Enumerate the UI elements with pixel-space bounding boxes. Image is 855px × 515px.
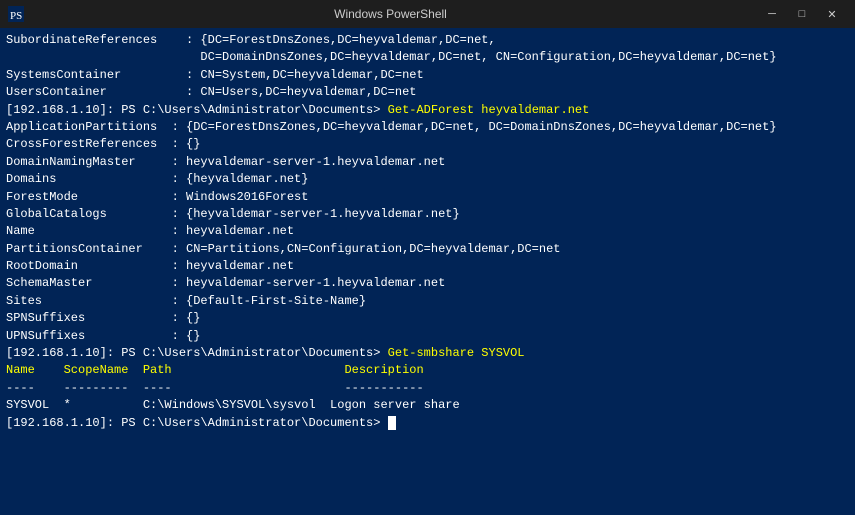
- terminal-line: Name ScopeName Path Description: [6, 362, 849, 379]
- terminal-line: Domains : {heyvaldemar.net}: [6, 171, 849, 188]
- title-bar: PS Windows PowerShell ─ □ ✕: [0, 0, 855, 28]
- terminal-line: ---- --------- ---- -----------: [6, 380, 849, 397]
- terminal-line: CrossForestReferences : {}: [6, 136, 849, 153]
- terminal-line: SubordinateReferences : {DC=ForestDnsZon…: [6, 32, 849, 49]
- close-button[interactable]: ✕: [817, 0, 847, 28]
- terminal-line: PartitionsContainer : CN=Partitions,CN=C…: [6, 241, 849, 258]
- terminal-line: DomainNamingMaster : heyvaldemar-server-…: [6, 154, 849, 171]
- terminal-line: SystemsContainer : CN=System,DC=heyvalde…: [6, 67, 849, 84]
- maximize-button[interactable]: □: [787, 0, 817, 28]
- terminal-line: [192.168.1.10]: PS C:\Users\Administrato…: [6, 102, 849, 119]
- terminal-line: Name : heyvaldemar.net: [6, 223, 849, 240]
- terminal-line: [192.168.1.10]: PS C:\Users\Administrato…: [6, 415, 849, 432]
- terminal-line: RootDomain : heyvaldemar.net: [6, 258, 849, 275]
- window-title: Windows PowerShell: [30, 7, 751, 21]
- terminal-line: ApplicationPartitions : {DC=ForestDnsZon…: [6, 119, 849, 136]
- terminal-line: ForestMode : Windows2016Forest: [6, 189, 849, 206]
- terminal-line: SchemaMaster : heyvaldemar-server-1.heyv…: [6, 275, 849, 292]
- terminal-line: DC=DomainDnsZones,DC=heyvaldemar,DC=net,…: [6, 49, 849, 66]
- terminal-line: SPNSuffixes : {}: [6, 310, 849, 327]
- terminal-line: [192.168.1.10]: PS C:\Users\Administrato…: [6, 345, 849, 362]
- terminal-line: UsersContainer : CN=Users,DC=heyvaldemar…: [6, 84, 849, 101]
- svg-text:PS: PS: [10, 10, 22, 22]
- terminal-output: SubordinateReferences : {DC=ForestDnsZon…: [0, 28, 855, 515]
- app-icon: PS: [8, 6, 24, 22]
- terminal-line: Sites : {Default-First-Site-Name}: [6, 293, 849, 310]
- minimize-button[interactable]: ─: [757, 0, 787, 28]
- window-controls: ─ □ ✕: [757, 0, 847, 28]
- cursor-block: [388, 416, 396, 430]
- terminal-line: SYSVOL * C:\Windows\SYSVOL\sysvol Logon …: [6, 397, 849, 414]
- terminal-line: GlobalCatalogs : {heyvaldemar-server-1.h…: [6, 206, 849, 223]
- terminal-line: UPNSuffixes : {}: [6, 328, 849, 345]
